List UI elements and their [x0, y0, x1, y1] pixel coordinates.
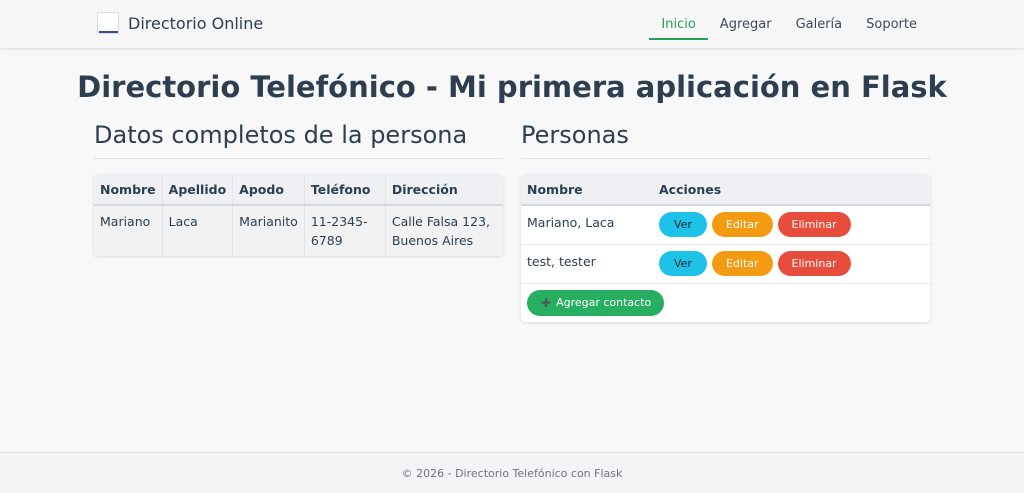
- nav-soporte[interactable]: Soporte: [854, 0, 929, 49]
- brand-title: Directorio Online: [128, 13, 264, 33]
- page-title: Directorio Telefónico - Mi primera aplic…: [77, 70, 947, 104]
- footer: © 2026 - Directorio Telefónico con Flask: [0, 452, 1024, 493]
- cell-telefono: 11-2345-6789: [304, 205, 386, 256]
- col-nombre: Nombre: [94, 174, 163, 206]
- add-row: ✚ Agregar contacto: [521, 283, 930, 322]
- details-table: Nombre Apellido Apodo Teléfono Dirección…: [94, 174, 503, 256]
- cell-apellido: Laca: [162, 205, 234, 256]
- cell-apodo: Marianito: [232, 205, 305, 256]
- people-header-row: Nombre Acciones: [521, 174, 930, 206]
- nav-links: Inicio Agregar Galería Soporte: [649, 0, 929, 49]
- navbar: Directorio Online Inicio Agregar Galería…: [0, 0, 1024, 49]
- nav-galeria[interactable]: Galería: [784, 0, 855, 49]
- nav-inicio[interactable]: Inicio: [649, 0, 709, 49]
- details-header-row: Nombre Apellido Apodo Teléfono Dirección: [94, 174, 503, 206]
- add-contact-label: Agregar contacto: [556, 295, 652, 309]
- col-apellido: Apellido: [162, 174, 234, 206]
- cell-nombre: Mariano: [94, 205, 163, 256]
- col-acciones: Acciones: [653, 174, 930, 206]
- col-direccion: Dirección: [385, 174, 503, 206]
- person-actions: Ver Editar Eliminar: [653, 205, 930, 245]
- add-contact-button[interactable]: ✚ Agregar contacto: [527, 289, 665, 316]
- person-name: test, tester: [521, 244, 653, 284]
- view-button[interactable]: Ver: [659, 212, 707, 237]
- plus-icon: ✚: [541, 295, 552, 310]
- people-title: Personas: [521, 121, 930, 159]
- table-row: Mariano Laca Marianito 11-2345-6789 Call…: [94, 205, 503, 256]
- cell-direccion: Calle Falsa 123, Buenos Aires: [385, 205, 503, 256]
- col-apodo: Apodo: [232, 174, 305, 206]
- edit-button[interactable]: Editar: [711, 212, 773, 237]
- view-button[interactable]: Ver: [659, 250, 707, 276]
- col-nombre: Nombre: [521, 174, 653, 206]
- details-title: Datos completos de la persona: [94, 121, 503, 159]
- directory-logo-icon: [97, 12, 119, 34]
- people-table: Nombre Acciones Mariano, Laca Ver Editar…: [521, 174, 930, 322]
- delete-button[interactable]: Eliminar: [777, 250, 851, 276]
- edit-button[interactable]: Editar: [711, 250, 773, 276]
- nav-agregar[interactable]: Agregar: [708, 0, 784, 49]
- col-telefono: Teléfono: [304, 174, 386, 206]
- table-row: test, tester Ver Editar Eliminar: [521, 244, 930, 284]
- person-name: Mariano, Laca: [521, 205, 653, 245]
- table-row: Mariano, Laca Ver Editar Eliminar: [521, 205, 930, 245]
- delete-button[interactable]: Eliminar: [777, 212, 851, 237]
- brand-link[interactable]: Directorio Online: [97, 10, 263, 36]
- person-actions: Ver Editar Eliminar: [653, 244, 930, 284]
